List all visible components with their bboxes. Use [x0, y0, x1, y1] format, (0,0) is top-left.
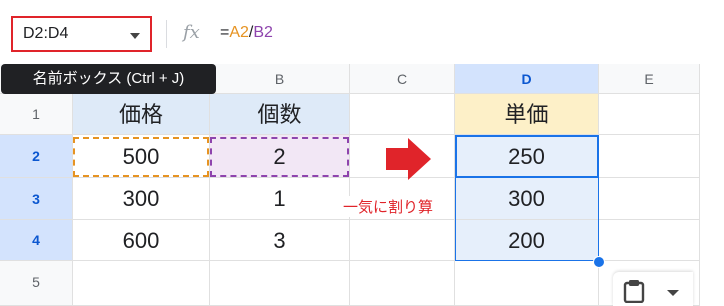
row-header-2[interactable]: 2	[0, 135, 73, 178]
paste-options-button[interactable]	[613, 272, 693, 306]
cell-e3[interactable]	[599, 178, 700, 220]
reference-highlight-b2	[210, 137, 349, 177]
formula-ref-b2: B2	[253, 24, 273, 41]
cell-e2[interactable]	[599, 135, 700, 178]
cell-b4[interactable]: 3	[210, 220, 350, 261]
divider	[166, 20, 167, 48]
cell-c5[interactable]	[350, 261, 455, 306]
cell-e4[interactable]	[599, 220, 700, 261]
cell-a5[interactable]	[73, 261, 210, 306]
row-header-5[interactable]: 5	[0, 261, 73, 306]
reference-highlight-a2	[73, 137, 209, 177]
formula-bar: D2:D4 fx =A2/B2	[0, 0, 700, 64]
fx-icon: fx	[183, 22, 200, 43]
chevron-down-icon[interactable]	[130, 33, 140, 39]
cell-d1[interactable]: 単価	[455, 94, 599, 135]
fill-handle[interactable]	[593, 256, 605, 268]
row-header-4[interactable]: 4	[0, 220, 73, 261]
row-header-1[interactable]: 1	[0, 94, 73, 135]
arrow-right-icon	[386, 138, 431, 180]
formula-equals: =	[220, 24, 230, 41]
active-cell-border	[455, 135, 599, 178]
cell-b3[interactable]: 1	[210, 178, 350, 220]
scroll-area-edge	[700, 0, 724, 306]
cell-a1[interactable]: 価格	[73, 94, 210, 135]
cell-d5[interactable]	[455, 261, 599, 306]
cell-b5[interactable]	[210, 261, 350, 306]
cell-c4[interactable]	[350, 220, 455, 261]
name-box-value: D2:D4	[23, 25, 69, 42]
clipboard-icon	[623, 280, 645, 303]
chevron-down-icon[interactable]	[667, 290, 679, 296]
column-header-e[interactable]: E	[599, 64, 700, 94]
column-header-c[interactable]: C	[350, 64, 455, 94]
column-header-b[interactable]: B	[210, 64, 350, 94]
cell-e1[interactable]	[599, 94, 700, 135]
cell-b1[interactable]: 個数	[210, 94, 350, 135]
cell-a3[interactable]: 300	[73, 178, 210, 220]
column-header-d[interactable]: D	[455, 64, 599, 94]
row-header-3[interactable]: 3	[0, 178, 73, 220]
cell-c1[interactable]	[350, 94, 455, 135]
formula-input[interactable]: =A2/B2	[220, 24, 273, 42]
name-box[interactable]: D2:D4	[11, 16, 152, 52]
cell-a4[interactable]: 600	[73, 220, 210, 261]
annotation-text: 一気に割り算	[341, 196, 436, 217]
name-box-tooltip: 名前ボックス (Ctrl + J)	[1, 64, 216, 94]
formula-ref-a2: A2	[229, 24, 249, 41]
